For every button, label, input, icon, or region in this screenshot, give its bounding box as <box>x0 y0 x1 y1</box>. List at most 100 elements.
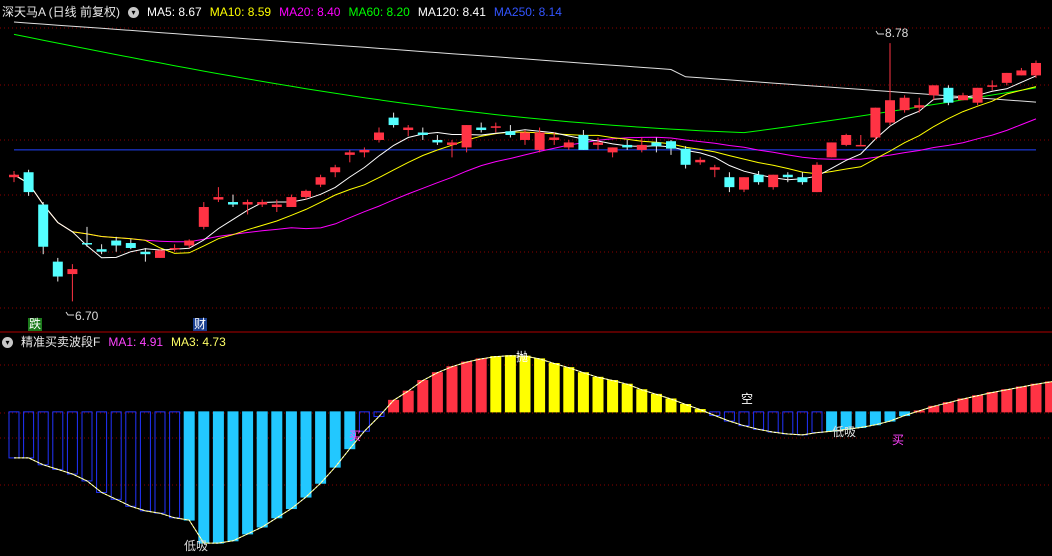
indicator-bar <box>767 411 779 433</box>
indicator-bar <box>183 411 195 521</box>
indicator-bar <box>855 411 867 429</box>
candle-body <box>987 85 998 87</box>
indicator-bar <box>738 411 750 427</box>
candle-body <box>140 251 151 255</box>
candle-body <box>607 147 618 153</box>
indicator-bar <box>534 358 546 413</box>
low-pointer <box>65 311 74 316</box>
candle-body <box>534 132 545 150</box>
candle-body <box>695 159 706 163</box>
candle-body <box>315 177 326 185</box>
indicator-bar <box>125 411 137 507</box>
ma120-label: MA120: 8.41 <box>417 5 486 19</box>
candle-body <box>855 144 866 147</box>
indicator-bar <box>490 356 502 413</box>
candle-body <box>958 95 968 101</box>
indicator-bar <box>169 411 181 519</box>
indicator-bar <box>300 411 312 498</box>
price-chart <box>0 21 1052 544</box>
indicator-bar <box>212 411 224 544</box>
indicator-bar <box>563 367 575 413</box>
candle-body <box>943 87 954 103</box>
candle-body <box>724 177 735 188</box>
dixi-label-1: 低吸 <box>184 539 209 553</box>
indicator-bar <box>548 363 560 413</box>
candle-body <box>812 164 822 193</box>
indicator-bar <box>23 411 35 459</box>
candle-body <box>184 240 195 246</box>
candle-body <box>67 269 78 275</box>
indicator-bar <box>636 389 648 413</box>
indicator-bar <box>621 383 633 413</box>
high-price-label: 8.78 <box>885 26 909 40</box>
ma5-label: MA5: 8.67 <box>147 5 202 19</box>
indicator-bar <box>37 411 49 466</box>
indicator-bar <box>242 411 254 535</box>
chart-annotations <box>65 30 884 316</box>
candle-body <box>914 105 925 108</box>
candle-body <box>417 132 428 135</box>
candle-body <box>330 167 341 173</box>
indicator-bar <box>139 411 151 512</box>
candle-body <box>680 148 691 165</box>
price-header: 深天马A (日线 前复权) ▾ MA5: 8.67 MA10: 8.59 MA2… <box>2 4 562 20</box>
candle-body <box>359 149 370 153</box>
candle-body <box>666 141 676 149</box>
dixi-label-2: 低吸 <box>832 425 857 439</box>
indicator-bar <box>461 361 473 413</box>
candle-body <box>505 131 516 135</box>
candle-body <box>38 204 49 247</box>
ma10-line <box>13 86 1037 254</box>
cai-marker: 财 <box>193 317 208 331</box>
ma10-label: MA10: 8.59 <box>209 5 272 19</box>
candle-body <box>782 174 793 178</box>
candle-body <box>476 127 487 131</box>
ma1-label: MA1: 4.91 <box>108 335 164 349</box>
indicator-bar <box>285 411 297 510</box>
indicator-bar <box>446 366 458 413</box>
candle-body <box>82 243 92 245</box>
candle-body <box>286 197 297 208</box>
indicator-bar <box>315 411 327 484</box>
candle-body <box>23 172 34 193</box>
candle-body <box>403 127 414 131</box>
indicator-bar <box>388 399 400 413</box>
chevron-down-icon[interactable]: ▾ <box>2 336 13 348</box>
ma20-label: MA20: 8.40 <box>279 5 341 19</box>
chevron-down-icon[interactable]: ▾ <box>128 6 140 18</box>
indicator-bar <box>431 372 443 413</box>
indicator-bar <box>753 411 765 430</box>
buy-label-2: 买 <box>892 433 905 447</box>
indicator-bar <box>1001 389 1013 413</box>
high-pointer <box>875 30 884 35</box>
indicator-title: 精准买卖波段F <box>21 335 101 349</box>
indicator-bar <box>592 376 604 413</box>
indicator-bar <box>475 358 487 413</box>
indicator-bar <box>271 411 283 519</box>
low-price-label: 6.70 <box>75 309 99 323</box>
candle-body <box>432 139 443 143</box>
candle-body <box>1001 72 1012 83</box>
ma60-line <box>13 33 1037 134</box>
candle-body <box>885 100 895 123</box>
candle-body <box>899 97 910 111</box>
candle-body <box>739 177 749 190</box>
candle-body <box>797 177 808 183</box>
indicator-bar <box>504 355 516 413</box>
indicator-bar <box>1015 386 1027 413</box>
candle-body <box>563 142 574 148</box>
candle-body <box>213 197 224 200</box>
ma60-label: MA60: 8.20 <box>348 5 410 19</box>
candle-body <box>593 142 603 145</box>
indicator-bar <box>869 411 881 426</box>
candle-body <box>257 202 268 205</box>
indicator-bar <box>607 380 619 413</box>
indicator-bar <box>665 398 677 413</box>
candle-body <box>870 107 881 138</box>
sell-label: 抛 <box>516 350 529 364</box>
candle-body <box>578 134 589 150</box>
candle-body <box>636 144 647 150</box>
indicator-bar <box>417 380 429 413</box>
candle-body <box>1031 62 1041 76</box>
candle-body <box>344 152 355 155</box>
